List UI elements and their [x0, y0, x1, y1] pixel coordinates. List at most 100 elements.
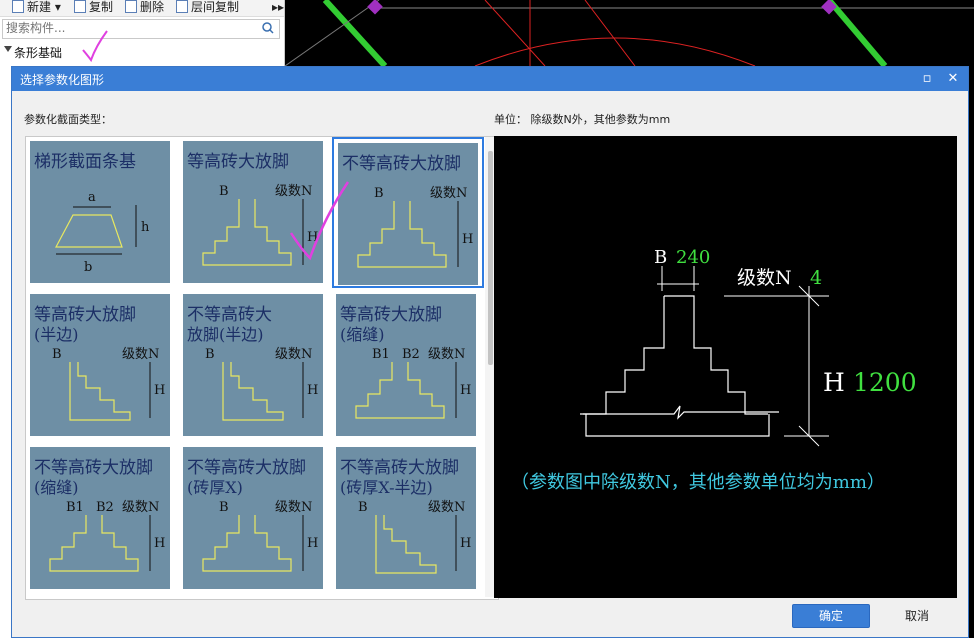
n-label: 级数N — [428, 347, 465, 362]
shape-thumbnail[interactable]: 等高砖大放脚 (缩缝) B1 B2 级数N H — [332, 290, 484, 441]
b-label: b — [84, 260, 92, 275]
b-value: 240 — [676, 247, 710, 268]
h-label: H — [154, 383, 165, 398]
n-label: 级数N — [122, 347, 159, 362]
scrollbar-thumb[interactable] — [488, 151, 493, 365]
search-box[interactable] — [2, 19, 280, 39]
thumbnail-title: 等高砖大放脚 — [340, 305, 442, 325]
n-label: 级数N — [737, 267, 792, 289]
a-label: a — [88, 190, 96, 205]
preview-pane: B 240 级数N 4 H 1200 （参数图中除级数N，其他参数单位均为mm） — [494, 136, 957, 598]
h-value: 1200 — [853, 368, 917, 397]
ok-button[interactable]: 确定 — [792, 604, 870, 628]
search-input[interactable] — [3, 20, 249, 36]
preview-drawing: B 240 级数N 4 H 1200 （参数图中除级数N，其他参数单位均为mm） — [511, 247, 917, 493]
b-label: B — [374, 186, 384, 201]
search-icon[interactable] — [261, 21, 275, 35]
h-label: H — [307, 536, 318, 551]
b-label: B — [52, 347, 62, 362]
thumbnail-subtitle: (砖厚X) — [187, 478, 243, 497]
preview-note: （参数图中除级数N，其他参数单位均为mm） — [511, 472, 885, 493]
new-icon — [12, 0, 24, 13]
n-value: 4 — [810, 267, 822, 289]
n-label: 级数N — [122, 500, 159, 515]
shape-thumbnail[interactable]: 梯形截面条基 a h b — [26, 137, 178, 288]
h-label: H — [154, 536, 165, 551]
shape-thumbnail[interactable]: 不等高砖大放脚 (砖厚X-半边) B 级数N H — [332, 443, 484, 594]
h-label: H — [307, 383, 318, 398]
thumbnail-drawing: 不等高砖大放脚(半边) B 级数N H — [187, 305, 318, 421]
footing-outline — [222, 362, 284, 421]
tree-item-label: 条形基础 — [14, 46, 63, 60]
footing-outline — [375, 515, 437, 574]
thumbnail-subtitle: (缩缝) — [340, 325, 385, 344]
thumbnail-subtitle: (砖厚X-半边) — [340, 478, 433, 497]
thumbnail-title: 不等高砖大 — [187, 305, 272, 325]
delete-icon — [125, 0, 137, 13]
thumbnail-drawing: 等高砖大放脚(半边) B 级数N H — [34, 305, 165, 421]
collapse-arrow-icon[interactable] — [4, 46, 12, 52]
b-label: B — [219, 500, 229, 515]
footing-outline — [49, 515, 139, 572]
thumbnail-drawing: 不等高砖大放脚(缩缝) B1 B2 级数N H — [34, 458, 165, 572]
b-dimension — [657, 266, 699, 291]
unit-label: 单位： 除级数N外，其他参数为mm — [494, 113, 671, 126]
dialog-titlebar[interactable]: 选择参数化图形 ▫ ✕ — [12, 67, 968, 91]
b-label: B — [219, 184, 229, 199]
h-label: H — [823, 368, 845, 397]
n-label: 级数N — [430, 186, 467, 201]
thumbnail-drawing: 不等高砖大放脚(砖厚X) B 级数N H — [187, 458, 318, 572]
thumbnail-title: 不等高砖大放脚 — [187, 458, 306, 478]
shape-thumbnail[interactable]: 不等高砖大放脚 B 级数N H — [332, 137, 484, 288]
toolbar-overflow-icon[interactable]: ▸▸ — [272, 0, 284, 16]
b-label: B1 — [372, 347, 390, 362]
annotation-checkmark-icon — [82, 30, 108, 63]
h-label: H — [460, 536, 471, 551]
component-toolbar: 新建 ▾ 复制 删除 层间复制 ▸▸ — [0, 0, 284, 17]
thumbnail-grid: 梯形截面条基 a h b 等高砖大放脚 B 级数N H 不等高砖大放脚 B 级数N H 等高砖大放脚 (半… — [25, 136, 499, 600]
footing-outline — [202, 199, 292, 266]
h-label: H — [462, 232, 473, 247]
cancel-button[interactable]: 取消 — [878, 604, 956, 628]
shape-thumbnail[interactable]: 不等高砖大放脚 (砖厚X) B 级数N H — [179, 443, 331, 594]
thumbnail-drawing: 梯形截面条基 a h b — [34, 152, 150, 275]
tree-item-strip-foundation[interactable]: 条形基础 — [4, 44, 63, 61]
thumbnail-drawing: 等高砖大放脚(缩缝) B1 B2 级数N H — [340, 305, 471, 419]
thumbnail-subtitle: (缩缝) — [34, 478, 79, 497]
maximize-icon[interactable]: ▫ — [918, 70, 936, 88]
shape-thumbnail[interactable]: 不等高砖大放脚 (缩缝) B1 B2 级数N H — [26, 443, 178, 594]
section-type-label: 参数化截面类型： — [24, 113, 112, 126]
b-label: B — [205, 347, 215, 362]
b-label: B — [358, 500, 368, 515]
select-parametric-shape-dialog: 选择参数化图形 ▫ ✕ 参数化截面类型： 单位： 除级数N外，其他参数为mm 梯… — [11, 66, 969, 638]
cad-viewport — [285, 0, 974, 66]
n-label: 级数N — [275, 347, 312, 362]
footing-outline — [357, 201, 447, 268]
thumbnail-title: 不等高砖大放脚 — [340, 458, 459, 478]
annotation-checkmark-icon — [289, 181, 350, 261]
new-button[interactable]: 新建 ▾ — [12, 0, 61, 16]
footing-outline — [202, 515, 292, 572]
b2-label: B2 — [96, 500, 114, 515]
shape-thumbnail[interactable]: 不等高砖大 放脚(半边) B 级数N H — [179, 290, 331, 441]
floor-copy-button[interactable]: 层间复制 — [176, 0, 239, 16]
thumbnail-title: 等高砖大放脚 — [34, 305, 136, 325]
thumbnail-title: 不等高砖大放脚 — [34, 458, 153, 478]
thumbnail-subtitle: (半边) — [34, 325, 79, 344]
delete-button[interactable]: 删除 — [125, 0, 164, 16]
n-label: 级数N — [428, 500, 465, 515]
floor-copy-icon — [176, 0, 188, 13]
copy-button[interactable]: 复制 — [74, 0, 113, 16]
n-label: 级数N — [275, 500, 312, 515]
close-icon[interactable]: ✕ — [944, 70, 962, 88]
footing-outline — [355, 362, 445, 419]
h-label: h — [141, 220, 150, 235]
h-label: H — [460, 383, 471, 398]
trapezoid-outline — [55, 214, 123, 248]
copy-icon — [74, 0, 86, 13]
footing-outline — [580, 295, 779, 437]
thumbnail-drawing: 不等高砖大放脚(砖厚X-半边) B 级数N H — [340, 458, 471, 574]
thumbnail-title: 等高砖大放脚 — [187, 152, 289, 172]
thumbnail-subtitle: 放脚(半边) — [187, 325, 264, 344]
shape-thumbnail[interactable]: 等高砖大放脚 (半边) B 级数N H — [26, 290, 178, 441]
